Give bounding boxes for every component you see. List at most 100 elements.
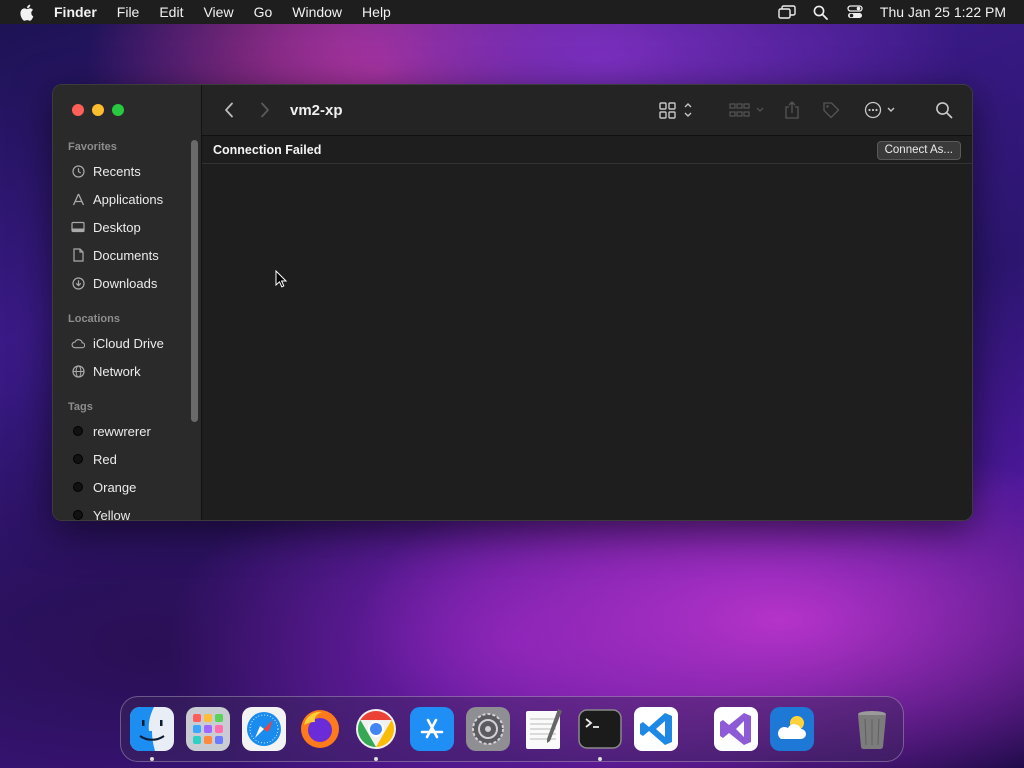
terminal-icon — [578, 709, 622, 749]
sidebar-tag-yellow[interactable]: Yellow — [53, 501, 193, 521]
sidebar-tags-section: Tags rewwrerer Red Orange Yellow — [53, 399, 193, 521]
menu-window[interactable]: Window — [282, 0, 352, 24]
menu-go[interactable]: Go — [244, 0, 283, 24]
mouse-cursor-icon — [275, 269, 288, 293]
sidebar-item-recents[interactable]: Recents — [53, 157, 193, 185]
dock-app-visual-studio[interactable] — [714, 707, 758, 751]
menu-view[interactable]: View — [193, 0, 243, 24]
sidebar-item-label: Downloads — [93, 275, 158, 291]
sidebar-item-network[interactable]: Network — [53, 357, 193, 385]
menu-file[interactable]: File — [107, 0, 150, 24]
sidebar-item-label: Documents — [93, 247, 159, 263]
screen-mirroring-icon[interactable] — [770, 0, 804, 24]
chevron-left-icon — [225, 102, 233, 118]
sidebar-heading-favorites: Favorites — [68, 141, 117, 153]
finder-window: Favorites Recents Applications Desktop D… — [52, 84, 973, 521]
connect-as-button[interactable]: Connect As... — [876, 140, 961, 160]
close-window-button[interactable] — [72, 104, 84, 116]
minimize-window-button[interactable] — [92, 104, 104, 116]
sidebar-item-label: Recents — [93, 163, 141, 179]
dock-app-system-preferences[interactable] — [466, 707, 510, 751]
menu-edit[interactable]: Edit — [149, 0, 193, 24]
safari-icon — [242, 707, 286, 751]
dock-app-textedit[interactable] — [522, 707, 566, 751]
sidebar-heading-locations: Locations — [68, 313, 120, 325]
window-toolbar: vm2-xp — [202, 85, 972, 136]
dock-app-launchpad[interactable] — [186, 707, 230, 751]
sidebar-item-label: Desktop — [93, 219, 141, 235]
more-actions-button[interactable] — [862, 97, 902, 123]
sidebar-item-downloads[interactable]: Downloads — [53, 269, 193, 297]
dock-app-trash[interactable] — [850, 707, 894, 751]
forward-button[interactable] — [254, 99, 276, 121]
sidebar-item-label: Yellow — [93, 507, 131, 521]
dock-app-firefox[interactable] — [298, 707, 342, 751]
dock-app-weather[interactable] — [770, 707, 814, 751]
network-globe-icon — [71, 364, 85, 378]
sidebar-item-label: Applications — [93, 191, 164, 207]
tag-color-dot — [73, 426, 83, 436]
trash-icon — [858, 711, 886, 750]
dock-app-terminal[interactable] — [578, 707, 622, 761]
chrome-icon — [356, 709, 396, 749]
downloads-icon — [71, 276, 85, 290]
document-icon — [71, 248, 85, 262]
weather-icon — [770, 707, 814, 751]
finder-icon — [130, 707, 174, 751]
textedit-icon — [526, 709, 562, 749]
desktop-icon — [71, 220, 85, 234]
sidebar-item-label: Network — [93, 363, 141, 379]
sidebar-favorites-section: Favorites Recents Applications Desktop D… — [53, 139, 193, 297]
tag-button — [820, 97, 842, 123]
sidebar-scrollbar[interactable] — [191, 140, 198, 422]
cloud-icon — [71, 336, 85, 350]
vscode-icon — [634, 707, 678, 751]
sidebar-tag-orange[interactable]: Orange — [53, 473, 193, 501]
apple-icon — [19, 4, 33, 21]
running-indicator — [150, 757, 154, 761]
search-button[interactable] — [933, 97, 955, 123]
dock-app-app-store[interactable] — [410, 707, 454, 751]
sidebar-item-applications[interactable]: Applications — [53, 185, 193, 213]
dock-app-finder[interactable] — [130, 707, 174, 761]
sidebar-item-icloud-drive[interactable]: iCloud Drive — [53, 329, 193, 357]
spotlight-search-icon[interactable] — [804, 0, 838, 24]
ellipsis-circle-icon — [864, 101, 895, 119]
sidebar-heading-tags: Tags — [68, 401, 93, 413]
search-icon — [936, 102, 953, 119]
tag-color-dot — [73, 454, 83, 464]
chevron-right-icon — [261, 102, 269, 118]
group-by-button — [727, 97, 767, 123]
launchpad-icon — [186, 707, 230, 751]
sidebar-tag-rewwrerer[interactable]: rewwrerer — [53, 417, 193, 445]
dock-app-safari[interactable] — [242, 707, 286, 751]
sidebar-item-desktop[interactable]: Desktop — [53, 213, 193, 241]
sidebar-item-label: rewwrerer — [93, 423, 151, 439]
menubar-clock[interactable]: Thu Jan 25 1:22 PM — [872, 4, 1006, 20]
window-controls — [72, 104, 124, 116]
group-grid-icon — [729, 103, 764, 117]
tag-color-dot — [73, 510, 83, 520]
sidebar-tag-red[interactable]: Red — [53, 445, 193, 473]
view-mode-button[interactable] — [657, 97, 697, 123]
apple-menu[interactable] — [0, 4, 52, 21]
menu-bar: Finder File Edit View Go Window Help Thu… — [0, 0, 1024, 24]
running-indicator — [374, 757, 378, 761]
visual-studio-icon — [714, 707, 758, 751]
file-browser-content[interactable]: Connection Failed Connect As... — [202, 137, 972, 520]
sidebar-item-label: iCloud Drive — [93, 335, 164, 351]
menu-finder[interactable]: Finder — [52, 0, 107, 24]
running-indicator — [598, 757, 602, 761]
dock-app-vscode[interactable] — [634, 707, 678, 751]
app-store-icon — [410, 707, 454, 751]
back-button[interactable] — [218, 99, 240, 121]
connection-failed-label: Connection Failed — [213, 143, 322, 157]
control-center-icon[interactable] — [838, 0, 872, 24]
dock-app-chrome[interactable] — [354, 707, 398, 761]
zoom-window-button[interactable] — [112, 104, 124, 116]
dock — [120, 696, 904, 762]
menu-help[interactable]: Help — [352, 0, 401, 24]
sidebar-item-label: Orange — [93, 479, 137, 495]
share-icon — [785, 101, 799, 119]
sidebar-item-documents[interactable]: Documents — [53, 241, 193, 269]
